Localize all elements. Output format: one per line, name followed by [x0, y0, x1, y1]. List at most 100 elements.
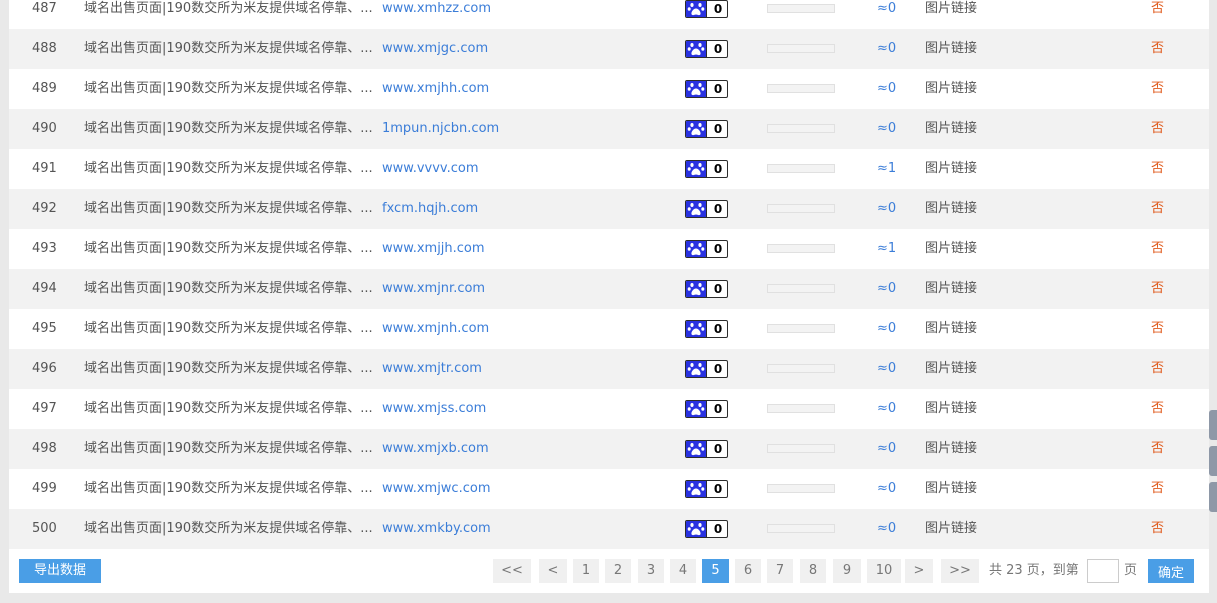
domain-link[interactable]: www.xmjwc.com	[382, 469, 490, 509]
approx-value[interactable]: ≈0	[877, 429, 896, 469]
first-page-button[interactable]: <<	[493, 559, 531, 583]
baidu-weight-badge[interactable]: 0	[685, 520, 728, 538]
page-button-6[interactable]: 6	[735, 559, 761, 583]
confirm-page-button[interactable]: 确定	[1148, 559, 1194, 583]
last-page-button[interactable]: >>	[941, 559, 979, 583]
page-button-5[interactable]: 5	[702, 559, 729, 583]
row-number: 491	[32, 161, 57, 176]
status-flag: 否	[1151, 201, 1165, 216]
domain-link[interactable]: www.xmjtr.com	[382, 349, 482, 389]
domain-link[interactable]: www.xmjss.com	[382, 389, 486, 429]
page-suffix-label: 页	[1124, 563, 1138, 578]
baidu-weight-badge[interactable]: 0	[685, 200, 728, 218]
side-tool-tab-1[interactable]	[1209, 410, 1217, 440]
page-button-9[interactable]: 9	[833, 559, 861, 583]
baidu-paw-icon	[686, 281, 706, 297]
approx-value[interactable]: ≈1	[877, 229, 896, 269]
row-number: 490	[32, 121, 57, 136]
row-number: 498	[32, 441, 57, 456]
baidu-weight-value: 0	[706, 401, 727, 417]
export-data-button[interactable]: 导出数据	[19, 559, 101, 583]
page-button-7[interactable]: 7	[767, 559, 793, 583]
page-button-3[interactable]: 3	[638, 559, 664, 583]
domain-link[interactable]: www.xmjnr.com	[382, 269, 485, 309]
side-tool-tab-2[interactable]	[1209, 446, 1217, 476]
baidu-weight-badge[interactable]: 0	[685, 440, 728, 458]
status-flag: 否	[1151, 481, 1165, 496]
page-button-4[interactable]: 4	[670, 559, 696, 583]
row-number: 499	[32, 481, 57, 496]
baidu-weight-badge[interactable]: 0	[685, 480, 728, 498]
domain-link[interactable]: 1mpun.njcbn.com	[382, 109, 499, 149]
results-panel: 4 87 域名出售页面|190数交所为米友提供域名停靠、... www.xmhzz.c…	[9, 0, 1209, 593]
approx-value[interactable]: ≈0	[877, 309, 896, 349]
approx-value[interactable]: ≈0	[877, 469, 896, 509]
approx-value[interactable]: ≈0	[877, 109, 896, 149]
baidu-weight-badge[interactable]: 0	[685, 320, 728, 338]
table-row: 489 域名出售页面|190数交所为米友提供域名停靠、... www.xmjhh.c…	[9, 69, 1209, 109]
baidu-paw-icon	[686, 1, 706, 17]
image-link-label: 图片链接	[925, 401, 978, 416]
approx-value[interactable]: ≈0	[877, 69, 896, 109]
baidu-weight-value: 0	[706, 521, 727, 537]
approx-value[interactable]: ≈1	[877, 149, 896, 189]
domain-link[interactable]: www.xmhzz.com	[382, 0, 491, 29]
rating-bar	[767, 284, 835, 293]
rating-bar	[767, 204, 835, 213]
domain-link[interactable]: www.xmjjh.com	[382, 229, 485, 269]
baidu-weight-badge[interactable]: 0	[685, 0, 728, 18]
baidu-paw-icon	[686, 81, 706, 97]
image-link-label: 图片链接	[925, 41, 978, 56]
approx-value[interactable]: ≈0	[877, 509, 896, 549]
page-number-input[interactable]	[1087, 559, 1119, 583]
site-title: 域名出售页面|190数交所为米友提供域名停靠、...	[84, 281, 373, 296]
approx-value[interactable]: ≈0	[877, 389, 896, 429]
page-button-1[interactable]: 1	[573, 559, 599, 583]
baidu-paw-icon	[686, 241, 706, 257]
rating-bar	[767, 124, 835, 133]
table-row: 490 域名出售页面|190数交所为米友提供域名停靠、... 1mpun.njcbn…	[9, 109, 1209, 149]
status-flag: 否	[1151, 41, 1165, 56]
domain-link[interactable]: www.xmjxb.com	[382, 429, 489, 469]
approx-value[interactable]: ≈0	[877, 349, 896, 389]
status-flag: 否	[1151, 361, 1165, 376]
baidu-paw-icon	[686, 481, 706, 497]
baidu-weight-badge[interactable]: 0	[685, 40, 728, 58]
status-flag: 否	[1151, 241, 1165, 256]
next-page-button[interactable]: >	[905, 559, 933, 583]
domain-link[interactable]: www.xmjgc.com	[382, 29, 488, 69]
baidu-weight-badge[interactable]: 0	[685, 400, 728, 418]
site-title: 域名出售页面|190数交所为米友提供域名停靠、...	[84, 41, 373, 56]
baidu-paw-icon	[686, 441, 706, 457]
baidu-weight-value: 0	[706, 161, 727, 177]
approx-value[interactable]: ≈0	[877, 29, 896, 69]
site-title: 域名出售页面|190数交所为米友提供域名停靠、...	[84, 361, 373, 376]
approx-value[interactable]: ≈0	[877, 0, 896, 29]
approx-value[interactable]: ≈0	[877, 189, 896, 229]
domain-link[interactable]: www.vvvv.com	[382, 149, 479, 189]
status-flag: 否	[1151, 521, 1165, 536]
approx-value[interactable]: ≈0	[877, 269, 896, 309]
site-title: 域名出售页面|190数交所为米友提供域名停靠、...	[84, 521, 373, 536]
baidu-weight-badge[interactable]: 0	[685, 240, 728, 258]
baidu-weight-badge[interactable]: 0	[685, 280, 728, 298]
side-tool-tab-3[interactable]	[1209, 482, 1217, 512]
prev-page-button[interactable]: <	[539, 559, 567, 583]
baidu-paw-icon	[686, 401, 706, 417]
baidu-weight-value: 0	[706, 41, 727, 57]
status-flag: 否	[1151, 441, 1165, 456]
page-button-8[interactable]: 8	[800, 559, 826, 583]
domain-link[interactable]: www.xmjnh.com	[382, 309, 489, 349]
baidu-weight-badge[interactable]: 0	[685, 160, 728, 178]
baidu-weight-badge[interactable]: 0	[685, 120, 728, 138]
domain-link[interactable]: www.xmkby.com	[382, 509, 491, 549]
baidu-weight-badge[interactable]: 0	[685, 80, 728, 98]
domain-link[interactable]: fxcm.hqjh.com	[382, 189, 478, 229]
page-button-10[interactable]: 10	[867, 559, 901, 583]
baidu-weight-value: 0	[706, 321, 727, 337]
baidu-weight-badge[interactable]: 0	[685, 360, 728, 378]
site-title: 域名出售页面|190数交所为米友提供域名停靠、...	[84, 241, 373, 256]
image-link-label: 图片链接	[925, 121, 978, 136]
domain-link[interactable]: www.xmjhh.com	[382, 69, 489, 109]
page-button-2[interactable]: 2	[605, 559, 631, 583]
